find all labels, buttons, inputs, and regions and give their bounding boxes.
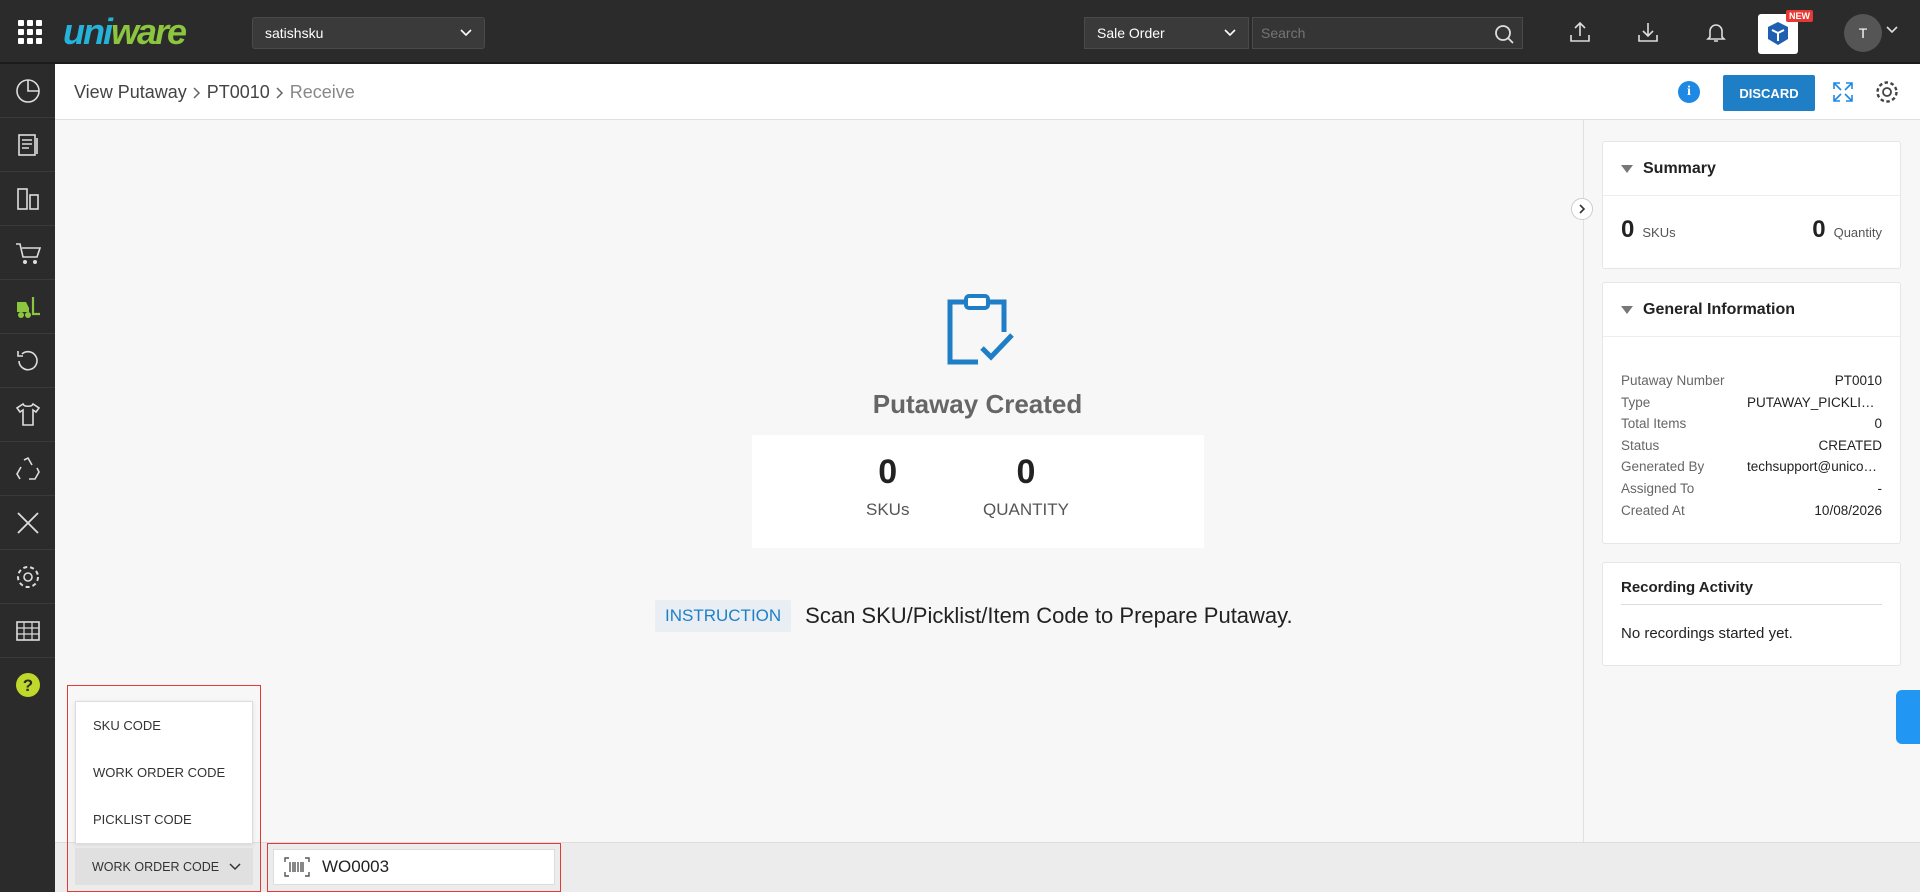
summary-skus-label: SKUs: [1642, 225, 1676, 240]
help-icon[interactable]: ?: [0, 658, 55, 712]
summary-quantity-label: Quantity: [1833, 225, 1882, 240]
chevron-right-icon: [1578, 204, 1585, 214]
quantity-count: 0: [1016, 453, 1036, 491]
chevron-right-icon: [193, 86, 200, 99]
dashboard-icon[interactable]: [0, 64, 55, 118]
general-info-header[interactable]: General Information: [1603, 283, 1900, 337]
putaway-stats-card: 0 SKUs 0 QUANTITY: [752, 435, 1204, 548]
info-row: Status CREATED: [1621, 437, 1882, 453]
skus-count: 0: [878, 453, 898, 491]
instruction: INSTRUCTION Scan SKU/Picklist/Item Code …: [655, 600, 1293, 632]
summary-card: Summary 0 SKUs 0 Quantity: [1602, 141, 1901, 269]
recording-status: No recordings started yet.: [1621, 625, 1793, 642]
caret-down-icon: [1621, 306, 1633, 314]
summary-skus-value: 0: [1621, 216, 1635, 243]
returns-icon[interactable]: [0, 334, 55, 388]
summary-row: 0 SKUs 0 Quantity: [1603, 196, 1900, 260]
uniware-logo[interactable]: uni ware: [63, 11, 223, 52]
search-type-label: Sale Order: [1097, 25, 1165, 41]
general-info-card: General Information Putaway Number PT0010…: [1602, 282, 1901, 544]
facility-label: satishsku: [265, 25, 324, 41]
svg-text:?: ?: [22, 676, 32, 695]
info-row: Created At 10/08/2026: [1621, 502, 1882, 518]
summary-header[interactable]: Summary: [1603, 142, 1900, 196]
top-bar: uniware satishsku Sale Order NEW T: [0, 0, 1920, 64]
search-icon[interactable]: [1494, 24, 1514, 44]
stat-quantity: 0 QUANTITY: [983, 453, 1069, 520]
orders-icon[interactable]: [0, 118, 55, 172]
general-info-body: Putaway Number PT0010 Type PUTAWAY_PICKLIS…: [1603, 337, 1900, 536]
forklift-icon[interactable]: [0, 280, 55, 334]
breadcrumb-view-putaway[interactable]: View Putaway: [74, 82, 187, 103]
breadcrumb: View Putaway PT0010 Receive: [74, 82, 355, 103]
discard-button[interactable]: DISCARD: [1723, 75, 1815, 111]
tools-icon[interactable]: [0, 496, 55, 550]
settings-icon[interactable]: [0, 550, 55, 604]
page-header: View Putaway PT0010 Receive i DISCARD: [55, 64, 1920, 120]
chevron-down-icon[interactable]: [1886, 26, 1898, 34]
skus-label: SKUs: [866, 500, 910, 519]
info-row: Generated Bytechsupport@unicommerce.com: [1621, 459, 1882, 475]
summary-quantity-value: 0: [1812, 216, 1826, 243]
panel-toggle-button[interactable]: [1571, 198, 1593, 220]
chevron-down-icon: [460, 29, 472, 37]
search-type-select[interactable]: Sale Order: [1084, 17, 1249, 49]
stat-skus: 0 SKUs: [866, 453, 909, 520]
summary-title: Summary: [1643, 159, 1716, 177]
chevron-right-icon: [276, 86, 283, 99]
highlight-box: [267, 843, 561, 892]
left-nav: ?: [0, 64, 55, 892]
warehouse-icon[interactable]: [0, 604, 55, 658]
gear-icon[interactable]: [1874, 79, 1900, 105]
search-input[interactable]: [1261, 25, 1491, 41]
search-box: [1252, 17, 1523, 49]
recording-title: Recording Activity: [1621, 579, 1882, 605]
general-info-title: General Information: [1643, 300, 1796, 318]
bell-icon[interactable]: [1702, 18, 1730, 46]
instruction-text: Scan SKU/Picklist/Item Code to Prepare P…: [805, 603, 1293, 628]
caret-down-icon: [1621, 165, 1633, 173]
instruction-tag: INSTRUCTION: [655, 600, 792, 632]
info-row: Assigned To -: [1621, 480, 1882, 496]
breadcrumb-putaway-code[interactable]: PT0010: [207, 82, 270, 103]
breadcrumb-receive: Receive: [289, 82, 355, 102]
recording-activity-card: Recording Activity No recordings started…: [1602, 562, 1901, 666]
info-icon[interactable]: i: [1678, 81, 1700, 103]
user-avatar[interactable]: T: [1844, 14, 1882, 52]
apps-grid-icon[interactable]: [18, 20, 42, 44]
info-row: Putaway Number PT0010: [1621, 373, 1882, 388]
new-badge: NEW: [1786, 10, 1813, 22]
side-widget-tab[interactable]: [1896, 690, 1920, 744]
upload-icon[interactable]: [1566, 18, 1594, 46]
highlight-box: [67, 685, 261, 892]
clipboard-check-icon: [947, 294, 1014, 365]
recycle-icon[interactable]: [0, 442, 55, 496]
facility-select[interactable]: satishsku: [252, 17, 485, 49]
quantity-label: QUANTITY: [983, 500, 1069, 519]
chevron-down-icon: [1224, 29, 1236, 37]
download-icon[interactable]: [1634, 18, 1662, 46]
shelf-icon[interactable]: [0, 172, 55, 226]
info-row: Total Items 0: [1621, 416, 1882, 432]
info-row: TypePUTAWAY_PICKLIST_ITEM: [1621, 394, 1882, 410]
panel-divider: [1583, 120, 1584, 842]
cart-icon[interactable]: [0, 226, 55, 280]
expand-icon[interactable]: [1831, 80, 1855, 104]
